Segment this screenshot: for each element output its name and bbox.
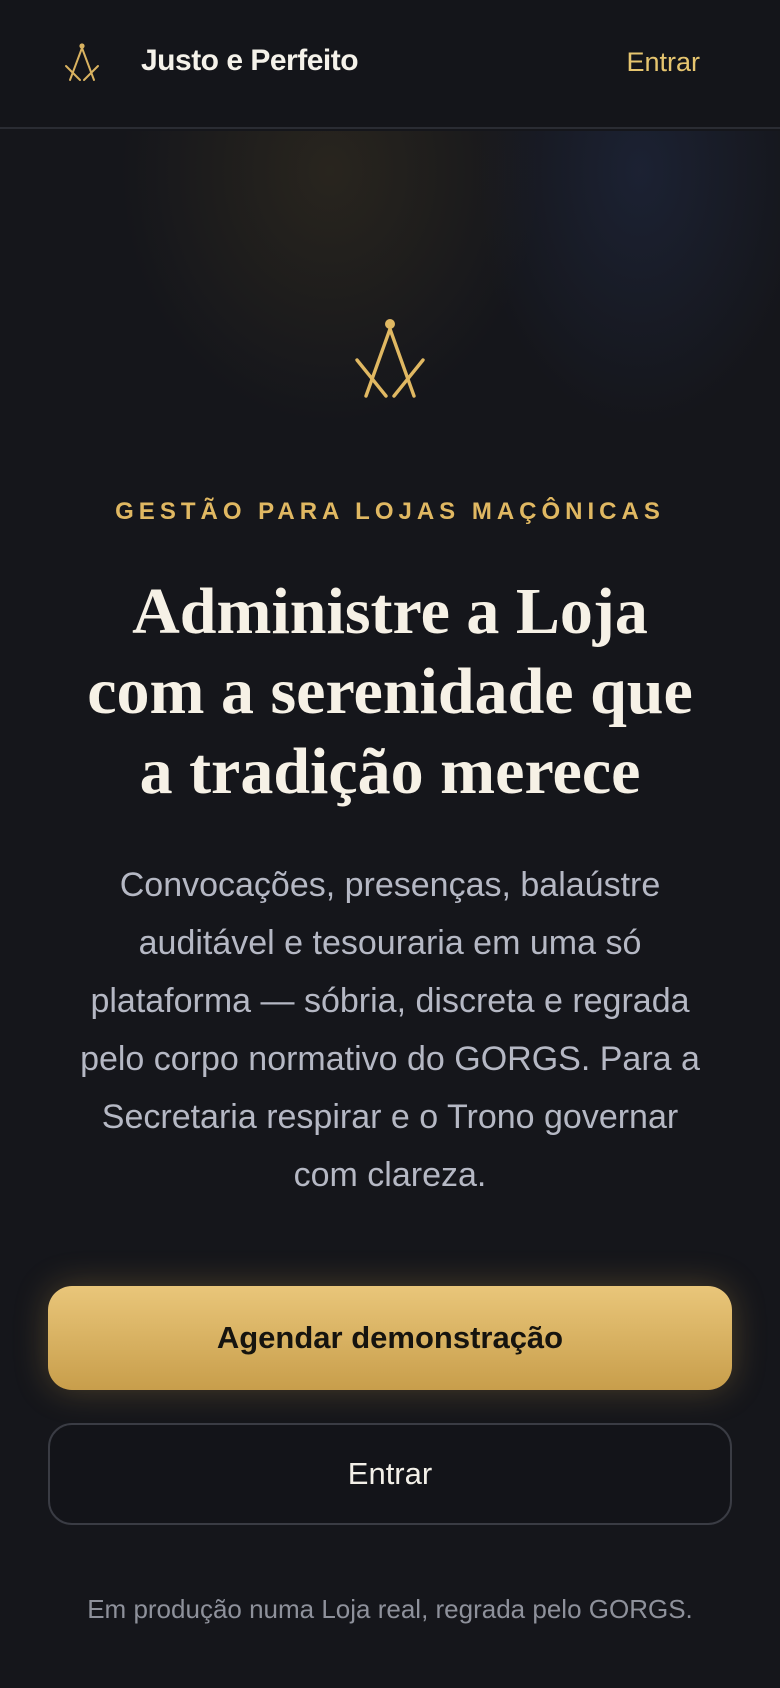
headline-line: com a serenidade que [87,655,693,728]
header-login-link[interactable]: Entrar [626,47,700,78]
compass-icon[interactable] [64,42,100,84]
hero-description: Convocações, presenças, balaústre auditá… [50,856,730,1204]
description-line: Convocações, presenças, balaústre [119,866,661,904]
brand-name[interactable]: Justo e Perfeito [141,44,359,78]
headline-line: a tradição merece [139,735,641,808]
hero-footnote: Em produção numa Loja real, regrada pelo… [87,1594,693,1624]
hero-headline: Administre a Loja com a serenidade que a… [60,572,720,812]
compass-icon [355,319,425,398]
top-navbar: Justo e Perfeito Entrar [0,0,780,129]
description-line: auditável e tesouraria em uma só [138,924,642,962]
description-line: plataforma — sóbria, discreta e regrada [90,982,690,1020]
description-line: pelo corpo normativo do GORGS. Para a [80,1040,700,1078]
description-line: com clareza. [293,1156,487,1194]
login-button[interactable]: Entrar [48,1423,732,1525]
description-line: Secretaria respirar e o Trono governar [101,1098,679,1136]
headline-line: Administre a Loja [132,575,648,648]
schedule-demo-button[interactable]: Agendar demonstração [48,1286,732,1390]
hero-eyebrow: GESTÃO PARA LOJAS MAÇÔNICAS [115,498,665,525]
